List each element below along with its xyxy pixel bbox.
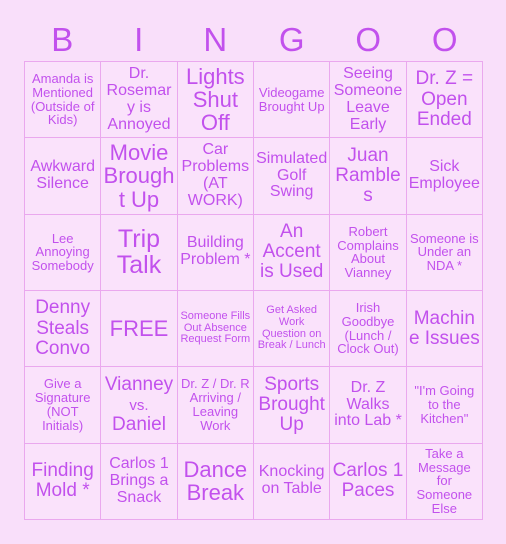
bingo-cell[interactable]: Knocking on Table [254, 443, 331, 520]
bingo-cell[interactable]: Juan Rambles [330, 138, 407, 215]
bingo-header-letters: BINGOO [24, 18, 483, 60]
bingo-cell[interactable]: Denny Steals Convo [25, 291, 102, 368]
bingo-header-letter-1: I [134, 20, 144, 58]
bingo-grid: Amanda is Mentioned (Outside of Kids) Dr.… [24, 61, 483, 520]
bingo-cell-label: Awkward Silence [30, 158, 95, 192]
bingo-cell[interactable]: Building Problem * [177, 214, 254, 291]
bingo-cell[interactable]: Someone is Under an NDA * [406, 214, 483, 291]
bingo-cell[interactable]: Carlos 1 Brings a Snack [101, 443, 178, 520]
bingo-cell[interactable]: Lee Annoying Somebody [25, 214, 102, 291]
bingo-cell[interactable]: Awkward Silence [25, 138, 102, 215]
bingo-cell-label: Dr. Rosemary is Annoyed [106, 64, 172, 133]
bingo-cell[interactable]: Movie Brought Up [101, 138, 178, 215]
bingo-cell-label: Irish Goodbye (Lunch / Clock Out) [337, 300, 399, 357]
bingo-cell[interactable]: Sick Employee [406, 138, 483, 215]
bingo-cell[interactable]: Someone Fills Out Absence Request Form [177, 291, 254, 368]
bingo-cell[interactable]: Lights Shut Off [177, 62, 254, 139]
bingo-cell[interactable]: Dr. Z / Dr. R Arriving / Leaving Work [177, 367, 254, 444]
bingo-cell[interactable]: Vianney vs. Daniel [101, 367, 178, 444]
bingo-cell[interactable]: Seeing Someone Leave Early [330, 62, 407, 139]
bingo-cell-label: Someone is Under an NDA * [410, 230, 479, 274]
bingo-cell-label: Dr. Z / Dr. R Arriving / Leaving Work [181, 376, 250, 433]
bingo-cell-label: Videogame Brought Up [258, 84, 325, 114]
bingo-cell[interactable]: Robert Complains About Vianney [330, 214, 407, 291]
bingo-cell-label: Give a Signature (NOT Initials) [34, 376, 91, 433]
bingo-header-letter-3: G [278, 20, 305, 58]
bingo-cell-label: Dr. Z Walks into Lab * [334, 378, 402, 430]
bingo-header-letter-0: B [51, 20, 74, 58]
bingo-cell-label: Vianney vs. Daniel [104, 373, 174, 436]
bingo-cell-label: Simulated Golf Swing [256, 149, 328, 201]
bingo-cell-label: Dance Break [183, 457, 248, 506]
bingo-cell-label: FREE [109, 316, 169, 341]
bingo-cell-label: Trip Talk [116, 224, 162, 280]
bingo-header-letter-5: O [431, 20, 458, 58]
bingo-cell[interactable]: Dr. Z = Open Ended [406, 62, 483, 139]
bingo-cell-label: "I'm Going to the Kitchen" [414, 383, 475, 426]
bingo-cell-label: Robert Complains About Vianney [337, 223, 399, 281]
bingo-cell-label: Machine Issues [408, 307, 480, 349]
bingo-cell[interactable]: Simulated Golf Swing [254, 138, 331, 215]
bingo-cell-label: Building Problem * [180, 234, 251, 269]
bingo-cell-label: An Accent is Used [259, 221, 324, 283]
vs-separator: vs. [129, 396, 149, 414]
bingo-cell[interactable]: Irish Goodbye (Lunch / Clock Out) [330, 291, 407, 368]
bingo-cell-label: Car Problems (AT WORK) [181, 141, 250, 209]
bingo-cell-label: Sports Brought Up [258, 373, 325, 436]
bingo-cell-label: Knocking on Table [258, 463, 325, 498]
bingo-cell[interactable]: Give a Signature (NOT Initials) [25, 367, 102, 444]
bingo-cell-label: Lee Annoying Somebody [31, 230, 94, 274]
bingo-cell-label: Sick Employee [408, 158, 480, 192]
bingo-header-letter-4: O [355, 20, 382, 58]
bingo-cell[interactable]: Finding Mold * [25, 443, 102, 520]
bingo-cell[interactable]: Carlos 1 Paces [330, 443, 407, 520]
bingo-cell-label: Juan Rambles [335, 144, 401, 207]
bingo-cell[interactable]: Videogame Brought Up [254, 62, 331, 139]
bingo-cell-label: Take a Message for Someone Else [416, 445, 473, 516]
bingo-cell-label: Denny Steals Convo [35, 297, 91, 359]
bingo-free-cell[interactable]: FREE [101, 291, 178, 368]
bingo-cell-label: Finding Mold * [31, 460, 94, 502]
bingo-cell[interactable]: Amanda is Mentioned (Outside of Kids) [25, 62, 102, 139]
bingo-cell-label: Carlos 1 Brings a Snack [109, 454, 169, 506]
bingo-cell[interactable]: Machine Issues [406, 291, 483, 368]
bingo-card: B I N G O O Amanda is Mentioned (Outside of K… [0, 0, 506, 544]
bingo-cell-label: Amanda is Mentioned (Outside of Kids) [30, 71, 95, 128]
bingo-header-letter-2: N [203, 20, 228, 58]
bingo-cell[interactable]: Dr. Rosemary is Annoyed [101, 62, 178, 139]
bingo-cell-label: Dr. Z = Open Ended [415, 68, 474, 130]
bingo-cell-label: Someone Fills Out Absence Request Form [180, 310, 251, 346]
bingo-cell-label: Get Asked Work Question on Break / Lunch [257, 304, 326, 352]
bingo-cell[interactable]: Car Problems (AT WORK) [177, 138, 254, 215]
bingo-cell[interactable]: Get Asked Work Question on Break / Lunch [254, 291, 331, 368]
bingo-cell[interactable]: Dr. Z Walks into Lab * [330, 367, 407, 444]
bingo-cell[interactable]: "I'm Going to the Kitchen" [406, 367, 483, 444]
bingo-cell[interactable]: Sports Brought Up [254, 367, 331, 444]
bingo-cell-label: Lights Shut Off [185, 63, 245, 136]
bingo-cell[interactable]: Dance Break [177, 443, 254, 520]
bingo-cell[interactable]: An Accent is Used [254, 214, 331, 291]
bingo-cell-label: Carlos 1 Paces [332, 460, 404, 502]
bingo-cell-label: Seeing Someone Leave Early [333, 64, 403, 133]
bingo-cell[interactable]: Trip Talk [101, 214, 178, 291]
bingo-cell[interactable]: Take a Message for Someone Else [406, 443, 483, 520]
bingo-cell-label: Movie Brought Up [103, 140, 175, 212]
